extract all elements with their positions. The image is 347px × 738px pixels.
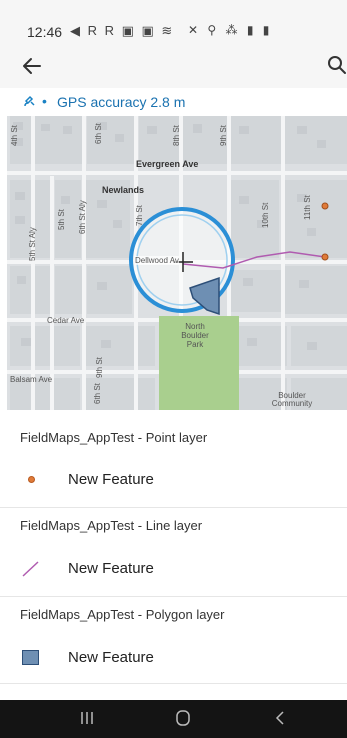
feature-template-list: FieldMaps_AppTest - Point layer New Feat… [0, 410, 347, 700]
back-arrow-icon[interactable] [20, 54, 44, 78]
divider [0, 507, 347, 508]
status-system-icons: ✕ ⚲ ⁂ ▮ ▮ [188, 23, 273, 37]
status-bar: 12:46 ◀ R R ▣ ▣ ≋ ✕ ⚲ ⁂ ▮ ▮ [0, 0, 347, 44]
divider [0, 683, 347, 684]
map-view[interactable]: Evergreen Ave Newlands Dellwood Av Cedar… [7, 116, 347, 410]
app-bar [0, 44, 347, 88]
feature-row-line[interactable]: New Feature [0, 547, 347, 591]
map-label-6th-st-aly: 6th St Aly [78, 200, 87, 234]
layer-header-polygon: FieldMaps_AppTest - Polygon layer [20, 607, 225, 622]
map-label-balsam: Balsam Ave [10, 375, 53, 384]
map-label-evergreen: Evergreen Ave [136, 159, 199, 169]
map-label-9th-st-bottom: 9th St [95, 357, 104, 378]
map-label-cedar: Cedar Ave [47, 316, 85, 325]
feature-label-line: New Feature [68, 560, 154, 577]
map-label-8th-st: 8th St [172, 125, 181, 146]
gps-separator: • [42, 93, 47, 109]
search-icon[interactable] [326, 54, 347, 76]
point-feature [321, 202, 329, 210]
status-notification-icons: ◀ R R ▣ ▣ ≋ [70, 23, 175, 38]
layer-header-line: FieldMaps_AppTest - Line layer [20, 518, 203, 533]
map-label-north-boulder-park: North Boulder Park [181, 322, 209, 349]
layer-header-point: FieldMaps_AppTest - Point layer [20, 430, 208, 445]
polygon-symbol-icon [22, 650, 39, 665]
map-label-6th-st: 6th St [94, 123, 103, 144]
map-label-6th-st-bottom: 6th St [93, 383, 102, 404]
gps-accuracy-text: GPS accuracy 2.8 m [57, 94, 186, 110]
map-label-boulder-community: Boulder Community [271, 391, 313, 408]
map-label-10th-st: 10th St [261, 202, 270, 228]
status-time: 12:46 [27, 24, 63, 40]
point-feature [321, 253, 329, 261]
divider [0, 596, 347, 597]
satellite-icon [24, 95, 36, 110]
back-chevron-icon[interactable] [273, 709, 287, 727]
map-label-11th-st: 11th St [303, 195, 312, 220]
feature-label-polygon: New Feature [68, 649, 154, 666]
map-label-4th-st: 4th St [10, 125, 19, 146]
feature-row-point[interactable]: New Feature [0, 458, 347, 502]
map-label-5th-st-aly: 5th St Aly [28, 227, 37, 261]
map-label-5th-st: 5th St [57, 209, 66, 230]
point-symbol-icon [28, 476, 35, 483]
line-symbol-icon [20, 557, 42, 579]
map-label-7th-st: 7th St [135, 205, 144, 226]
system-nav-bar [0, 700, 347, 738]
gps-accuracy-bar: • GPS accuracy 2.8 m [0, 88, 347, 116]
feature-label-point: New Feature [68, 471, 154, 488]
map-label-9th-st: 9th St [219, 125, 228, 146]
recents-icon[interactable] [78, 709, 96, 727]
feature-row-polygon[interactable]: New Feature [0, 636, 347, 680]
map-label-dellwood: Dellwood Av [135, 256, 179, 265]
map-label-newlands: Newlands [102, 185, 145, 195]
home-icon[interactable] [174, 709, 192, 727]
